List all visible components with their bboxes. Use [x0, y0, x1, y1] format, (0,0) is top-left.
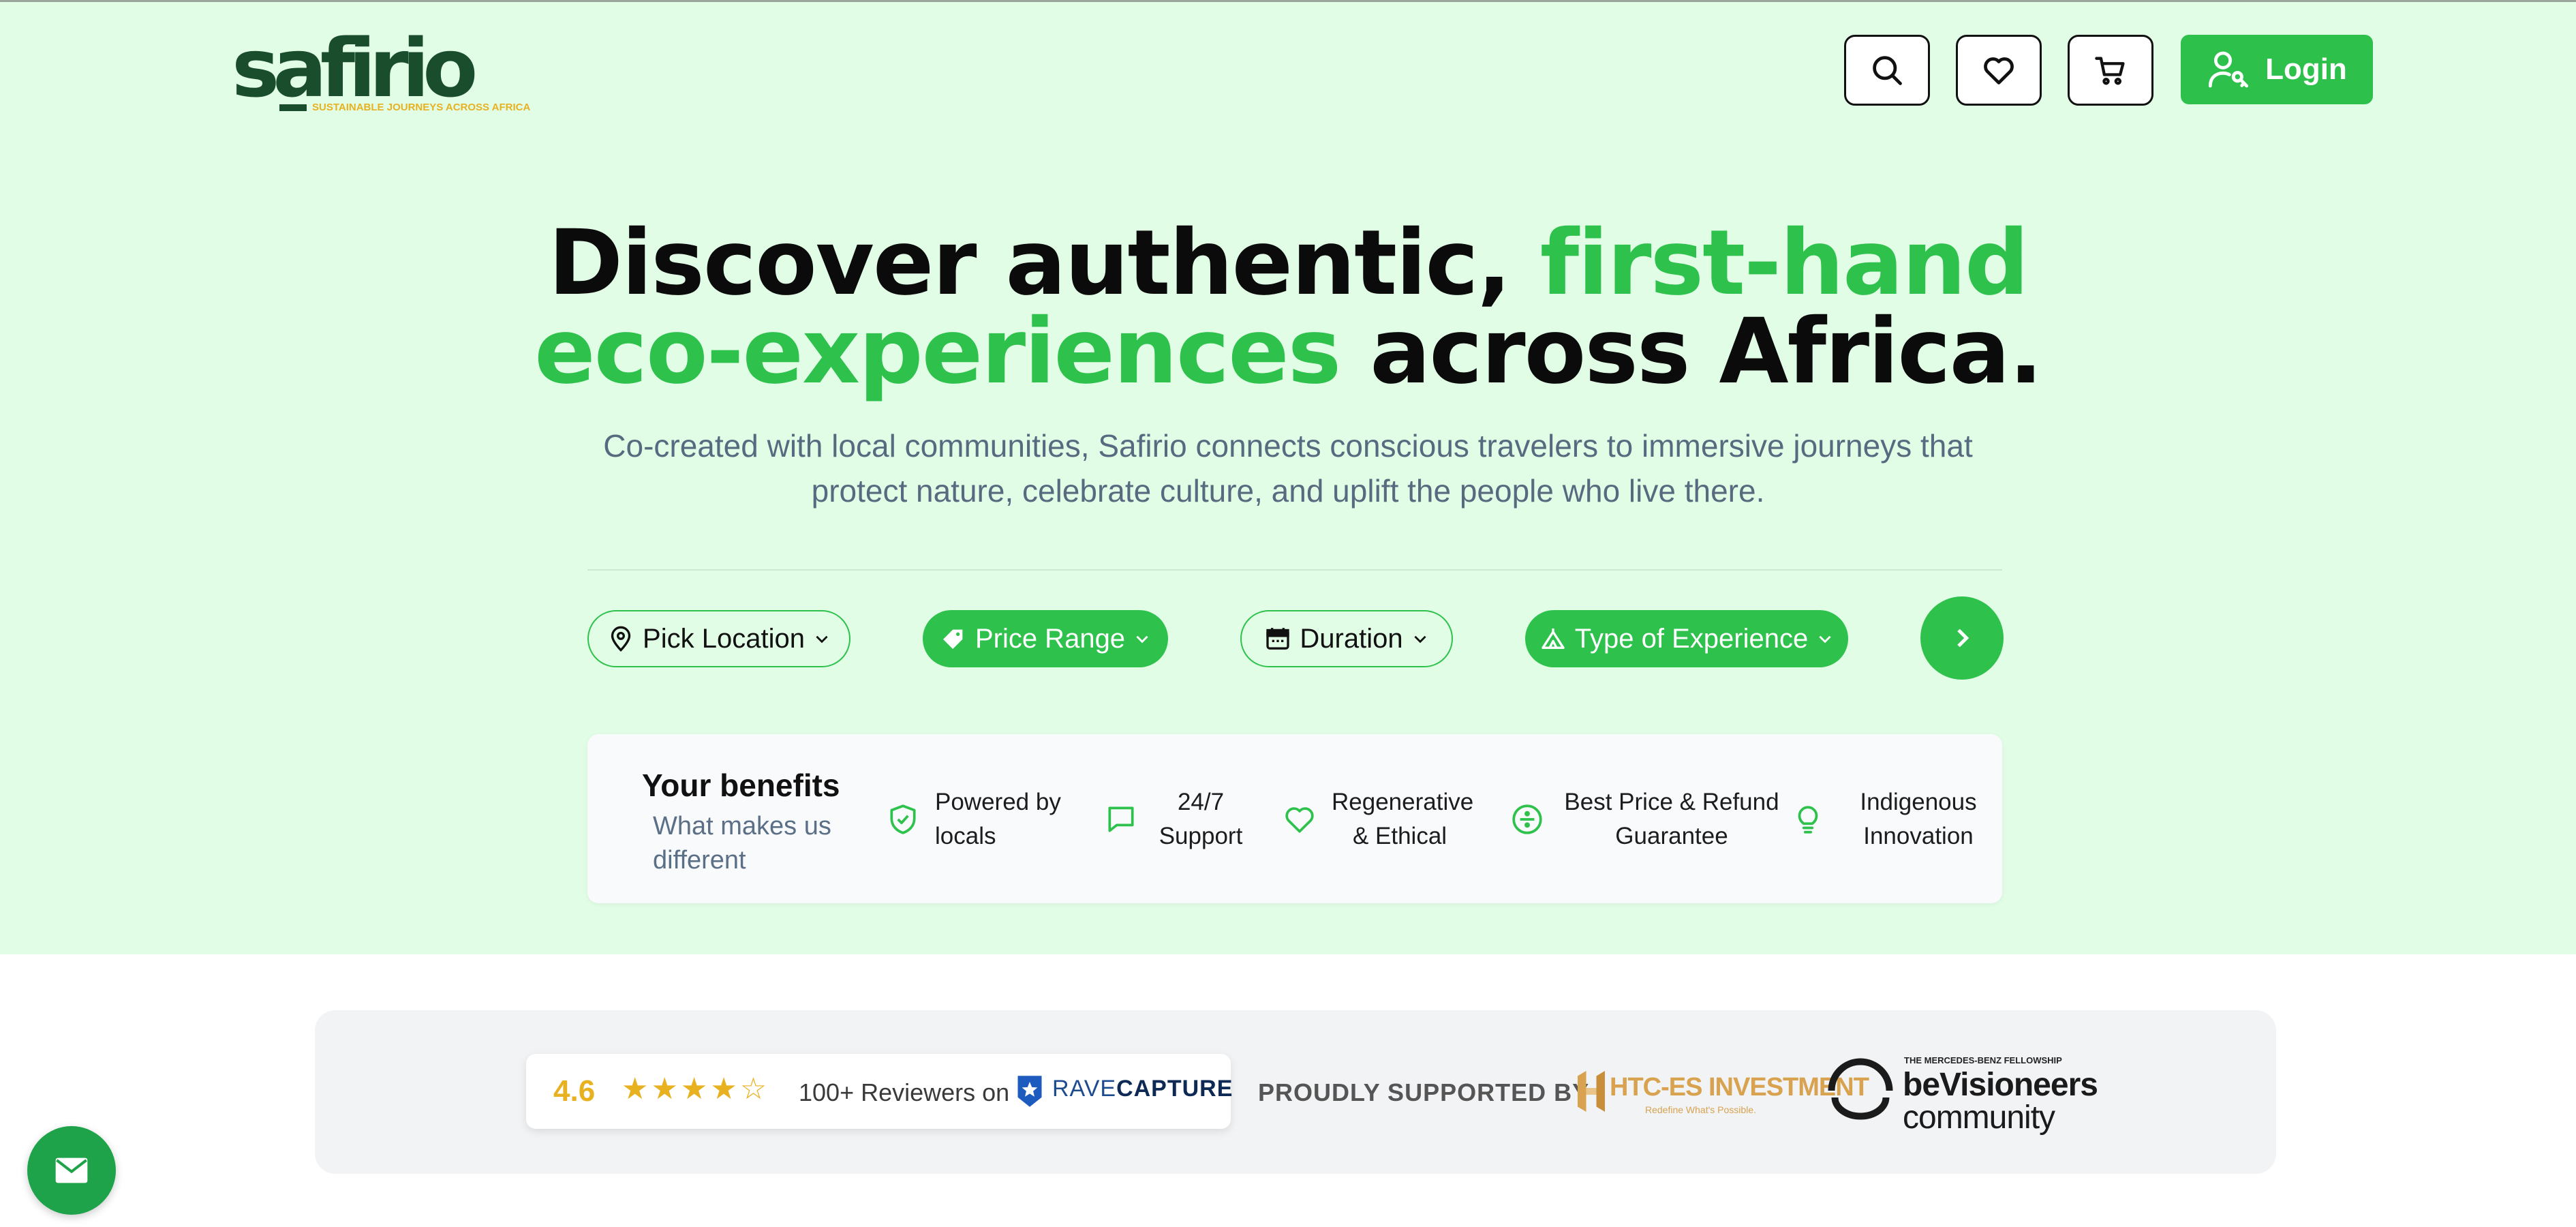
reviewers-text: 100+ Reviewers on: [799, 1078, 1010, 1106]
price-filter-label: Price Range: [975, 623, 1126, 654]
supported-by-label: PROUDLY SUPPORTED BY: [1258, 1078, 1590, 1106]
rating-stars: ★★★★☆: [622, 1072, 770, 1106]
price-filter[interactable]: Price Range: [923, 610, 1168, 667]
duration-filter-label: Duration: [1300, 623, 1403, 654]
benefit-label: 24/7 Support: [1159, 789, 1243, 849]
divide-circle-icon: [1512, 804, 1542, 834]
login-button[interactable]: Login: [2181, 35, 2373, 104]
cart-button[interactable]: [2068, 35, 2153, 106]
duration-filter[interactable]: Duration: [1240, 610, 1453, 667]
mail-icon: [55, 1157, 88, 1183]
map-pin-icon: [611, 626, 631, 652]
filter-divider: [587, 569, 2002, 571]
hero-section: safirio SUSTAINABLE JOURNEYS ACROSS AFRI…: [0, 0, 2576, 954]
location-filter-label: Pick Location: [643, 623, 805, 654]
cart-icon: [2095, 57, 2125, 85]
login-label: Login: [2265, 52, 2347, 86]
chevron-down-icon: [1819, 635, 1831, 643]
benefits-panel: Your benefits What makes us different Po…: [587, 734, 2002, 903]
benefit-label: Indigenous Innovation: [1860, 789, 1977, 849]
hero-headline: Discover authentic, first-hand eco-exper…: [0, 218, 2576, 397]
search-submit-button[interactable]: [1920, 596, 2004, 680]
trust-band: 4.6 ★★★★☆ 100+ Reviewers on RAVECAPTURE …: [315, 1010, 2276, 1174]
chat-icon: [1108, 806, 1134, 832]
shield-check-icon: [890, 804, 916, 834]
benefit-item: Best Price & Refund Guarantee: [1510, 782, 1784, 857]
logo-wordmark: safirio: [232, 21, 478, 115]
tag-icon: [942, 629, 963, 649]
search-button[interactable]: [1844, 35, 1930, 106]
logo-bar: [279, 104, 307, 111]
contact-mail-button[interactable]: [27, 1126, 116, 1215]
bevisioneers-fellowship-label: THE MERCEDES-BENZ FELLOWSHIP: [1904, 1055, 2062, 1065]
ravecapture-icon: [1017, 1076, 1042, 1107]
wishlist-button[interactable]: [1956, 35, 2042, 106]
location-filter[interactable]: Pick Location: [587, 610, 850, 667]
benefits-title: Your benefits: [642, 768, 840, 803]
logo-tagline: SUSTAINABLE JOURNEYS ACROSS AFRICA: [312, 102, 531, 113]
benefit-label: Best Price & Refund Guarantee: [1564, 789, 1779, 849]
lightbulb-icon: [1798, 806, 1818, 834]
calendar-icon: [1266, 628, 1290, 650]
experience-filter[interactable]: Type of Experience: [1525, 610, 1848, 667]
benefit-item: Indigenous Innovation: [1791, 782, 1997, 857]
rave-suffix: CAPTURE: [1116, 1076, 1233, 1102]
htc-logo-icon: [1578, 1071, 1605, 1112]
chevron-down-icon: [1136, 635, 1148, 643]
experience-filter-label: Type of Experience: [1574, 623, 1809, 654]
chevron-down-icon: [816, 635, 828, 643]
benefits-subtitle: What makes us different: [653, 812, 831, 875]
benefit-item: 24/7 Support: [1104, 782, 1248, 857]
benefit-item: Regenerative & Ethical: [1283, 782, 1474, 857]
bevisioneers-subtitle: community: [1903, 1100, 2055, 1136]
rating-card[interactable]: 4.6 ★★★★☆ 100+ Reviewers on RAVECAPTURE: [526, 1054, 1233, 1129]
chevron-right-icon: [1957, 628, 1969, 648]
hero-subtitle: Co-created with local communities, Safir…: [603, 428, 1973, 509]
htc-logo-tagline: Redefine What's Possible.: [1645, 1104, 1756, 1115]
user-key-icon: [2209, 51, 2249, 88]
chevron-down-icon: [1414, 635, 1426, 643]
bevisioneers-logo-icon: [1828, 1058, 1893, 1120]
benefit-item: Powered by locals: [886, 782, 1071, 857]
brand-logo[interactable]: safirio SUSTAINABLE JOURNEYS ACROSS AFRI…: [232, 28, 530, 117]
benefit-label: Powered by locals: [935, 789, 1061, 849]
camp-icon: [1542, 628, 1565, 649]
bevisioneers-title: beVisioneers: [1903, 1067, 2098, 1103]
heart-icon: [1285, 807, 1314, 833]
search-icon: [1873, 56, 1902, 85]
headline-highlight-2: eco-experiences: [534, 299, 1341, 404]
rave-prefix: RAVE: [1052, 1076, 1117, 1102]
ravecapture-logo: RAVECAPTURE: [1052, 1076, 1233, 1102]
heart-icon: [1984, 57, 2014, 85]
rating-value: 4.6: [553, 1074, 596, 1108]
headline-text-2: across Africa.: [1340, 299, 2043, 404]
benefit-label: Regenerative & Ethical: [1332, 789, 1474, 849]
